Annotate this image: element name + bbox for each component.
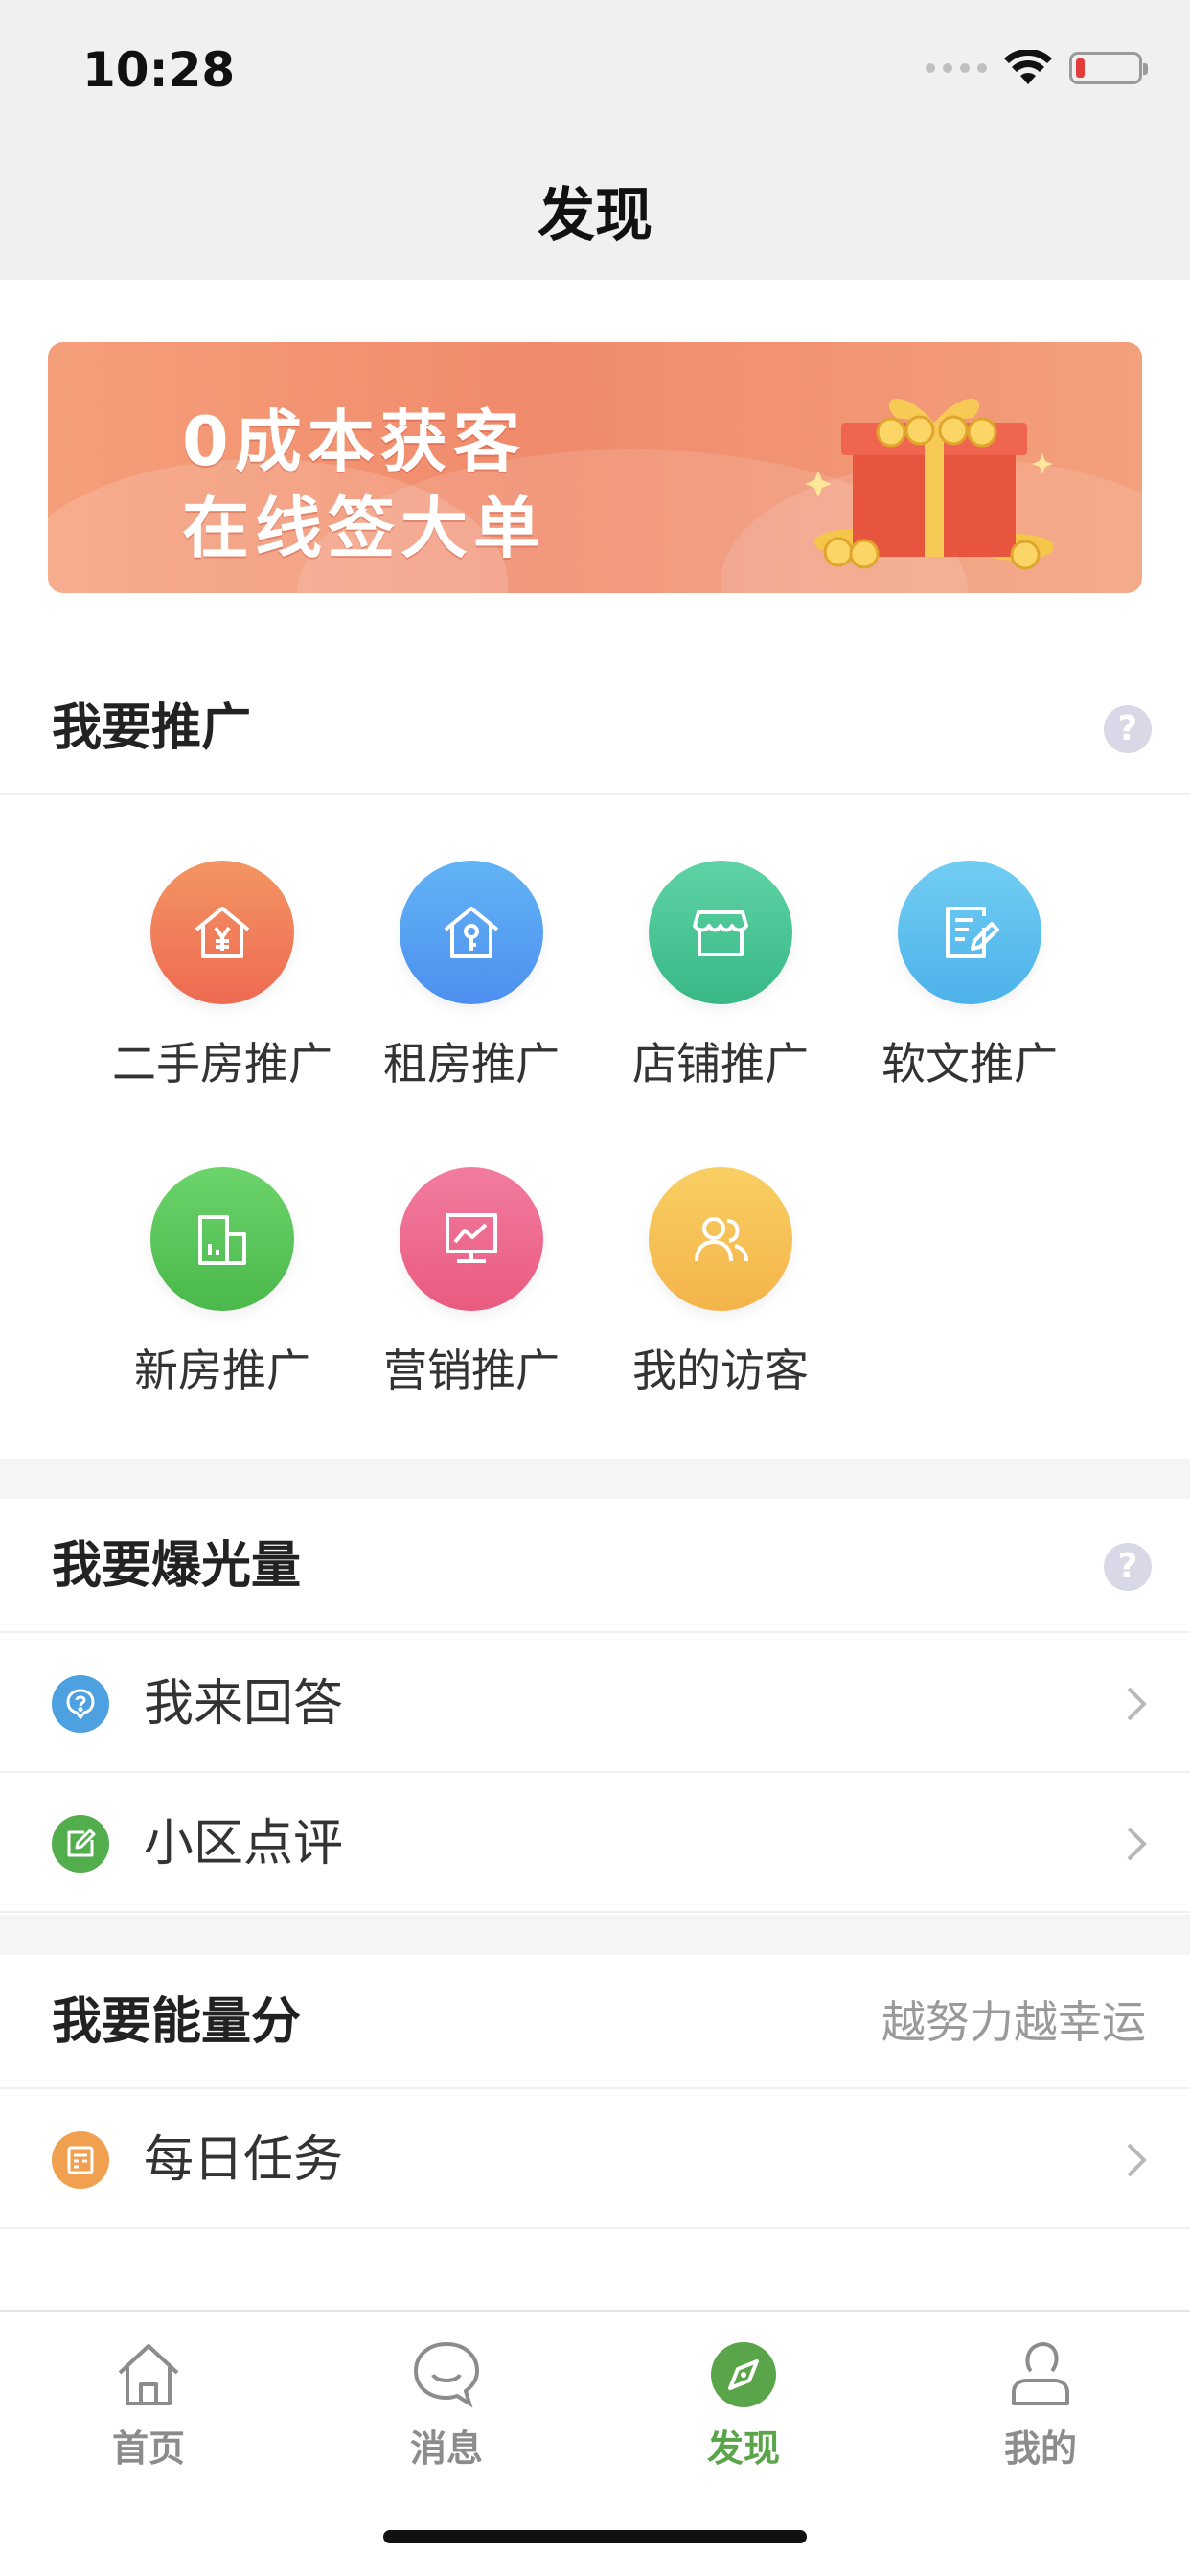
message-icon bbox=[413, 2341, 480, 2408]
energy-section-hint: 越努力越幸运 bbox=[881, 1996, 1146, 2048]
list-item-label: 小区点评 bbox=[144, 1815, 344, 1873]
promote-grid: 二手房推广 租房推广 店铺推广 软文推广 新房推广 营销推广 我的访客 bbox=[0, 797, 1190, 1459]
battery-icon bbox=[1069, 52, 1148, 84]
building-icon bbox=[150, 1167, 294, 1311]
chevron-right-icon bbox=[1127, 1827, 1147, 1861]
home-icon bbox=[118, 2344, 179, 2405]
promote-section-title: 我要推广 bbox=[52, 700, 252, 757]
list-item-label: 每日任务 bbox=[144, 2131, 344, 2189]
promote-item-visitors[interactable]: 我的访客 bbox=[596, 1167, 845, 1416]
section-divider bbox=[0, 1459, 1190, 1499]
list-item-label: 我来回答 bbox=[144, 1675, 344, 1733]
home-indicator[interactable] bbox=[383, 2530, 807, 2543]
wifi-icon bbox=[1004, 50, 1052, 84]
promote-item-label: 新房推广 bbox=[134, 1345, 310, 1396]
banner-line-2: 在线签大单 bbox=[182, 489, 546, 567]
exposure-section-title: 我要爆光量 bbox=[52, 1537, 302, 1595]
status-icons bbox=[926, 50, 1148, 86]
list-item-daily-task[interactable]: 每日任务 bbox=[0, 2091, 1190, 2229]
promote-item-label: 我的访客 bbox=[632, 1345, 809, 1396]
tab-label: 我的 bbox=[1003, 2427, 1077, 2470]
promote-section-header: 我要推广 ? bbox=[0, 661, 1190, 795]
tab-label: 发现 bbox=[706, 2427, 780, 2470]
promote-item-new-house[interactable]: 新房推广 bbox=[98, 1167, 347, 1416]
chevron-right-icon bbox=[1127, 1687, 1147, 1721]
promote-item-store[interactable]: 店铺推广 bbox=[596, 861, 845, 1110]
top-bar: 10:28 发现 bbox=[0, 0, 1190, 280]
promote-item-rental[interactable]: 租房推广 bbox=[347, 861, 596, 1110]
exposure-section-header: 我要爆光量 ? bbox=[0, 1499, 1190, 1633]
gift-box-icon bbox=[805, 398, 1054, 570]
signal-icon bbox=[926, 63, 987, 73]
user-icon bbox=[1012, 2342, 1069, 2405]
energy-section-title: 我要能量分 bbox=[52, 1993, 302, 2051]
promote-item-label: 租房推广 bbox=[383, 1038, 560, 1090]
promote-item-label: 营销推广 bbox=[383, 1345, 560, 1396]
house-yen-icon bbox=[150, 861, 294, 1004]
list-item-answer[interactable]: 我来回答 bbox=[0, 1635, 1190, 1773]
tab-label: 消息 bbox=[409, 2427, 483, 2470]
energy-section-header: 我要能量分 越努力越幸运 bbox=[0, 1955, 1190, 2089]
banner-line-1: 0成本获客 bbox=[182, 402, 526, 481]
promote-item-label: 软文推广 bbox=[881, 1038, 1058, 1090]
chevron-right-icon bbox=[1127, 2143, 1147, 2177]
promote-item-label: 二手房推广 bbox=[112, 1038, 332, 1090]
promote-item-article[interactable]: 软文推广 bbox=[845, 861, 1094, 1110]
edit-doc-icon bbox=[898, 861, 1041, 1004]
edit-icon bbox=[52, 1815, 109, 1873]
tab-discover[interactable]: 发现 bbox=[648, 2336, 839, 2472]
task-list-icon bbox=[52, 2131, 109, 2189]
status-time: 10:28 bbox=[82, 42, 236, 98]
promote-item-marketing[interactable]: 营销推广 bbox=[347, 1167, 596, 1416]
promote-item-second-hand[interactable]: 二手房推广 bbox=[98, 861, 347, 1110]
monitor-chart-icon bbox=[400, 1167, 543, 1311]
house-key-icon bbox=[400, 861, 543, 1004]
promote-item-label: 店铺推广 bbox=[632, 1038, 809, 1090]
promo-banner[interactable]: 0成本获客 在线签大单 bbox=[48, 342, 1142, 593]
compass-icon bbox=[711, 2342, 776, 2407]
tab-mine[interactable]: 我的 bbox=[945, 2336, 1136, 2472]
users-icon bbox=[649, 1167, 792, 1311]
question-icon[interactable]: ? bbox=[1104, 705, 1152, 753]
list-item-community-review[interactable]: 小区点评 bbox=[0, 1775, 1190, 1913]
store-icon bbox=[649, 861, 792, 1004]
page-title: 发现 bbox=[538, 182, 652, 249]
section-divider bbox=[0, 1915, 1190, 1955]
tab-messages[interactable]: 消息 bbox=[351, 2336, 542, 2472]
tab-label: 首页 bbox=[111, 2427, 185, 2470]
tab-home[interactable]: 首页 bbox=[53, 2336, 244, 2472]
question-bubble-icon bbox=[52, 1675, 109, 1733]
question-icon[interactable]: ? bbox=[1104, 1543, 1152, 1591]
